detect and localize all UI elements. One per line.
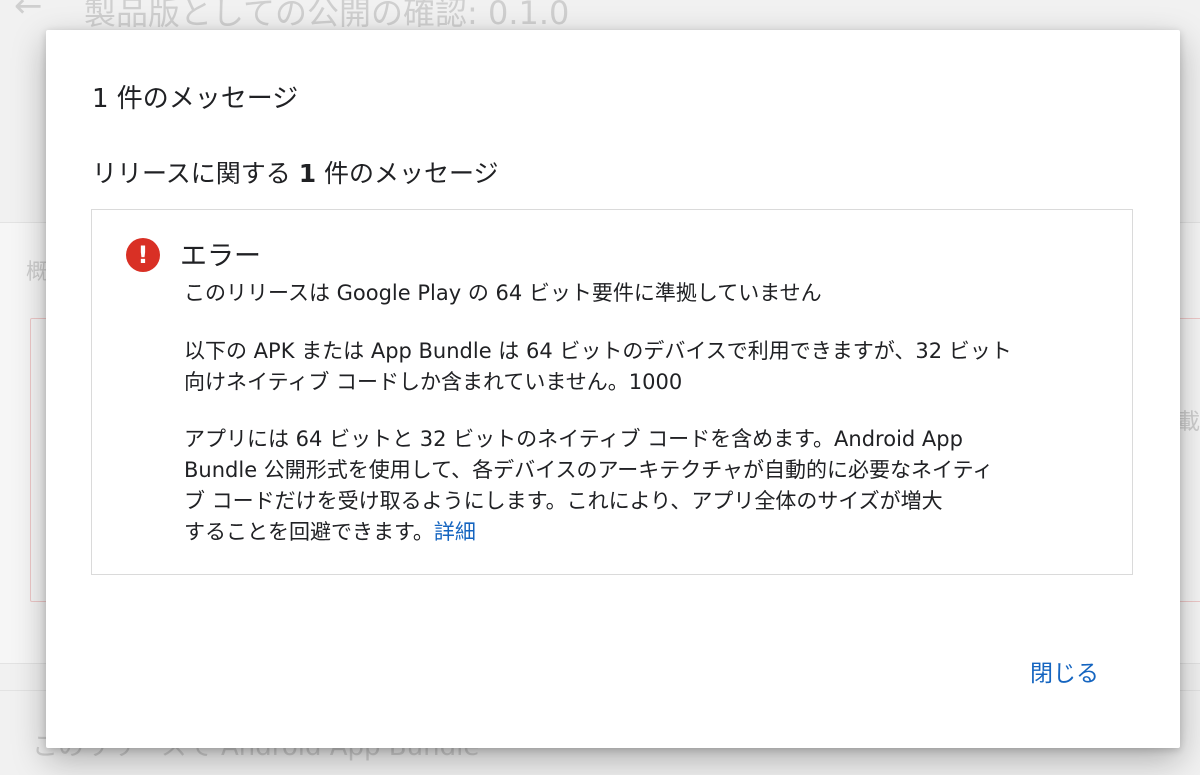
back-arrow-icon: ←	[14, 0, 43, 26]
close-button[interactable]: 閉じる	[1024, 650, 1105, 692]
messages-dialog: 1 件のメッセージ リリースに関する 1 件のメッセージ ! エラー このリリー…	[46, 30, 1180, 748]
error-detail: 以下の APK または App Bundle は 64 ビットのデバイスで利用で…	[184, 336, 1114, 398]
background-header: ← 製品版としての公開の確認: 0.1.0	[0, 0, 1200, 30]
dialog-title: 1 件のメッセージ	[92, 84, 299, 114]
error-advice: アプリには 64 ビットと 32 ビットのネイティブ コードを含めます。Andr…	[184, 424, 1114, 548]
error-advice-line: アプリには 64 ビットと 32 ビットのネイティブ コードを含めます。Andr…	[184, 427, 963, 451]
error-summary: このリリースは Google Play の 64 ビット要件に準拠していません	[184, 278, 1114, 309]
error-heading: エラー	[180, 241, 261, 272]
error-icon: !	[126, 238, 160, 272]
error-advice-line-last: することを回避できます。詳細	[184, 517, 1114, 548]
background-side-label: 載	[1178, 410, 1200, 435]
error-message-box: ! エラー このリリースは Google Play の 64 ビット要件に準拠し…	[91, 209, 1133, 575]
error-detail-line: 向けネイティブ コードしか含まれていません。1000	[184, 370, 683, 394]
background-section-label: 概	[26, 260, 49, 285]
error-advice-line: Bundle 公開形式を使用して、各デバイスのアーキテクチャが自動的に必要なネイ…	[184, 458, 994, 482]
details-link[interactable]: 詳細	[434, 520, 476, 544]
error-summary-text: このリリースは Google Play の 64 ビット要件に準拠していません	[184, 281, 822, 305]
dialog-subtitle: リリースに関する 1 件のメッセージ	[92, 154, 499, 190]
error-advice-line-text: することを回避できます。	[184, 520, 434, 544]
background-page-title: 製品版としての公開の確認: 0.1.0	[84, 0, 570, 30]
subtitle-prefix: リリースに関する	[92, 159, 299, 188]
subtitle-suffix: 件のメッセージ	[316, 159, 499, 188]
subtitle-count: 1	[298, 159, 317, 188]
error-detail-line: 以下の APK または App Bundle は 64 ビットのデバイスで利用で…	[184, 339, 1012, 363]
error-advice-line: ブ コードだけを受け取るようにします。これにより、アプリ全体のサイズが増大	[184, 489, 943, 513]
